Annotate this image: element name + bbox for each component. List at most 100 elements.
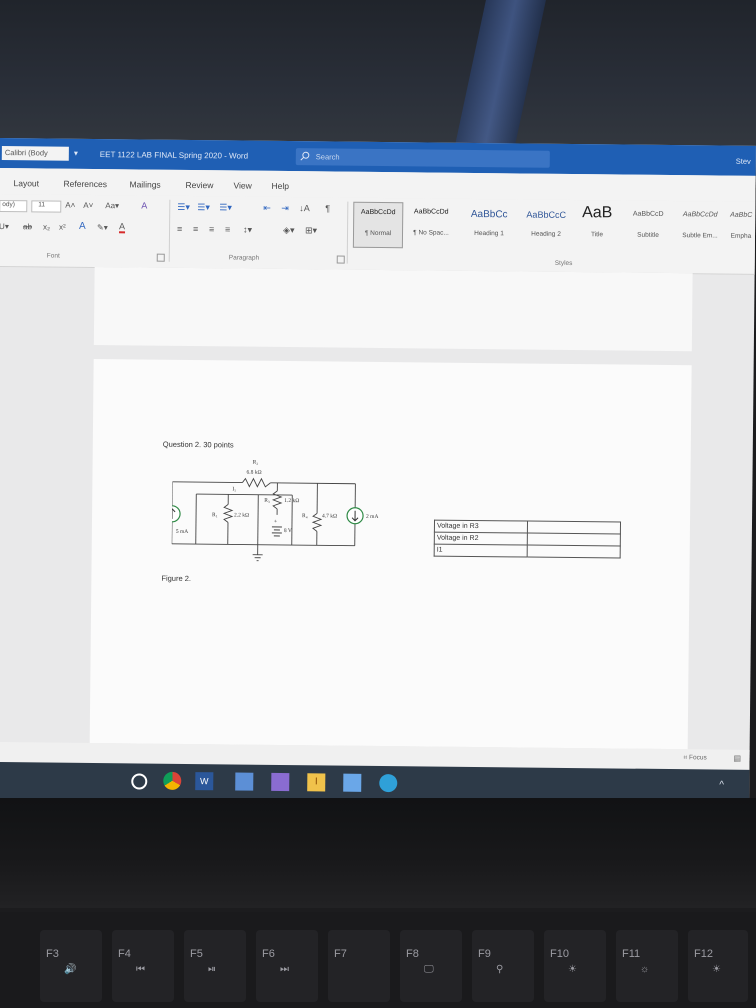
key-f8[interactable]: F8 🖵 [400, 930, 462, 1002]
view-layout-icon[interactable]: ▤ [733, 754, 741, 763]
increase-indent-icon[interactable]: ⇥ [281, 203, 289, 214]
style-normal[interactable]: AaBbCcDd ¶ Normal [352, 201, 404, 249]
brightness-max-icon: ☀ [712, 964, 721, 975]
sort-icon[interactable]: ↓A [299, 203, 310, 213]
r2-value-label: 6.8 kΩ [246, 470, 261, 476]
shrink-font-icon[interactable]: A˅ [83, 201, 93, 210]
align-left-icon[interactable]: ≡ [177, 224, 182, 234]
styles-group-label: Styles [554, 259, 573, 268]
underline-icon[interactable]: U▾ [0, 222, 9, 231]
table-cell-value[interactable] [527, 521, 621, 535]
styles-gallery: AaBbCcDd ¶ Normal AaBbCcDd ¶ No Spac... … [349, 201, 755, 254]
grow-font-icon[interactable]: A˄ [65, 201, 75, 210]
figure-caption: Figure 2. [161, 573, 192, 584]
font-name-dropdown[interactable]: ody) [0, 199, 28, 213]
style-subtitle[interactable]: AaBbCcD Subtitle [623, 205, 673, 250]
strikethrough-icon[interactable]: ab [23, 222, 32, 231]
table-cell-label[interactable]: I1 [434, 544, 528, 558]
tab-mailings[interactable]: Mailings [129, 179, 160, 189]
table-cell-value[interactable] [527, 533, 621, 547]
paragraph-dialog-launcher-icon[interactable] [336, 255, 345, 264]
file-explorer-icon[interactable] [235, 772, 254, 791]
play-pause-icon: ⏯ [208, 964, 216, 975]
key-f10[interactable]: F10 ☀ [544, 930, 606, 1002]
align-right-icon[interactable]: ≡ [209, 224, 214, 234]
bullets-icon[interactable]: ☰▾ [177, 202, 190, 213]
chrome-icon[interactable] [163, 771, 182, 790]
document-page[interactable]: Question 2. 30 points R₂ 6.8 kΩ I₁ R₃ 1.… [89, 358, 692, 750]
key-f3[interactable]: F3 🔊 [40, 930, 102, 1002]
table-row: I1 [434, 544, 621, 559]
source-right-value: 2 mA [366, 514, 378, 520]
style-heading-1[interactable]: AaBbCc Heading 1 [461, 203, 517, 248]
font-color-icon[interactable]: A [119, 221, 125, 234]
change-case-icon[interactable]: Aa▾ [105, 201, 119, 210]
tab-view[interactable]: View [233, 180, 251, 190]
battery-plus: + [274, 519, 277, 525]
style-subtle-emphasis[interactable]: AaBbCcDd Subtle Em... [675, 205, 725, 250]
cortana-icon[interactable] [131, 773, 148, 790]
borders-icon[interactable]: ⊞▾ [305, 225, 317, 236]
superscript-icon[interactable]: x² [59, 223, 66, 232]
search-box[interactable]: Search [295, 148, 550, 168]
font-size-dropdown[interactable]: 11 [31, 200, 62, 213]
table-cell-label[interactable]: Voltage in R2 [434, 532, 528, 546]
highlight-icon[interactable]: ✎▾ [97, 223, 108, 232]
style-no-spacing[interactable]: AaBbCcDd ¶ No Spac... [405, 202, 457, 247]
key-f9[interactable]: F9 ⚲ [472, 930, 534, 1002]
question-heading: Question 2. 30 points [162, 439, 234, 450]
numbering-icon[interactable]: ☰▾ [197, 202, 210, 213]
r4-label: R₄ [302, 513, 308, 519]
key-f11[interactable]: F11 ☼ [616, 930, 678, 1002]
laptop-bezel [0, 798, 756, 908]
brightness-up-icon: ☼ [640, 964, 650, 975]
key-f4[interactable]: F4 ⏮ [112, 930, 174, 1002]
i1-label: I₁ [232, 486, 236, 492]
next-track-icon: ⏭ [280, 964, 289, 975]
decrease-indent-icon[interactable]: ⇤ [263, 203, 271, 214]
document-title: EET 1122 LAB FINAL Spring 2020 - Word [99, 150, 249, 161]
style-heading-2[interactable]: AaBbCcC Heading 2 [519, 203, 573, 248]
tray-chevron-icon[interactable]: ^ [719, 780, 724, 791]
key-f6[interactable]: F6 ⏭ [256, 930, 318, 1002]
font-name-box[interactable]: Calibri (Body [1, 146, 69, 161]
mail-app-icon[interactable] [343, 773, 362, 792]
user-name[interactable]: Stev [736, 157, 751, 166]
show-marks-icon[interactable]: ¶ [325, 203, 330, 213]
tab-help[interactable]: Help [271, 181, 289, 191]
subscript-icon[interactable]: x₂ [43, 222, 50, 231]
text-effects-icon[interactable]: A [79, 221, 86, 232]
line-spacing-icon[interactable]: ↕▾ [243, 225, 252, 236]
word-icon[interactable]: W [195, 772, 214, 791]
font-dialog-launcher-icon[interactable] [156, 253, 165, 262]
previous-page-bottom [93, 266, 693, 352]
tab-references[interactable]: References [63, 179, 107, 189]
key-f7[interactable]: F7 [328, 930, 390, 1002]
style-emphasis[interactable]: AaBbC Empha [727, 206, 755, 250]
clear-formatting-icon[interactable]: A [141, 200, 147, 210]
answer-table: Voltage in R3 Voltage in R2 I1 [434, 520, 621, 559]
edge-icon[interactable] [379, 774, 398, 793]
font-group-label: Font [46, 252, 60, 260]
table-cell-label[interactable]: Voltage in R3 [434, 520, 528, 534]
background-fabric [0, 0, 756, 150]
justify-icon[interactable]: ≡ [225, 224, 230, 234]
focus-mode-button[interactable]: ⌗ Focus [684, 754, 707, 762]
battery-value: 8 V [284, 528, 292, 534]
laptop-screen: Calibri (Body ▾ EET 1122 LAB FINAL Sprin… [0, 138, 756, 806]
table-cell-value[interactable] [527, 545, 621, 559]
key-f12[interactable]: F12 ☀ [688, 930, 748, 1002]
notes-app-icon[interactable]: I [307, 773, 326, 792]
shading-icon[interactable]: ◈▾ [283, 225, 295, 236]
tab-layout[interactable]: Layout [13, 178, 39, 188]
style-title[interactable]: AaB Title [575, 204, 619, 248]
align-center-icon[interactable]: ≡ [193, 224, 198, 234]
quick-access-dropdown-icon[interactable]: ▾ [74, 149, 78, 158]
r2-name-label: R₂ [253, 460, 259, 466]
calendar-app-icon[interactable] [271, 772, 290, 792]
focus-icon: ⌗ [683, 754, 688, 762]
key-f5[interactable]: F5 ⏯ [184, 930, 246, 1002]
search-key-icon: ⚲ [496, 964, 504, 975]
tab-review[interactable]: Review [185, 180, 213, 190]
multilevel-list-icon[interactable]: ☰▾ [219, 202, 232, 213]
